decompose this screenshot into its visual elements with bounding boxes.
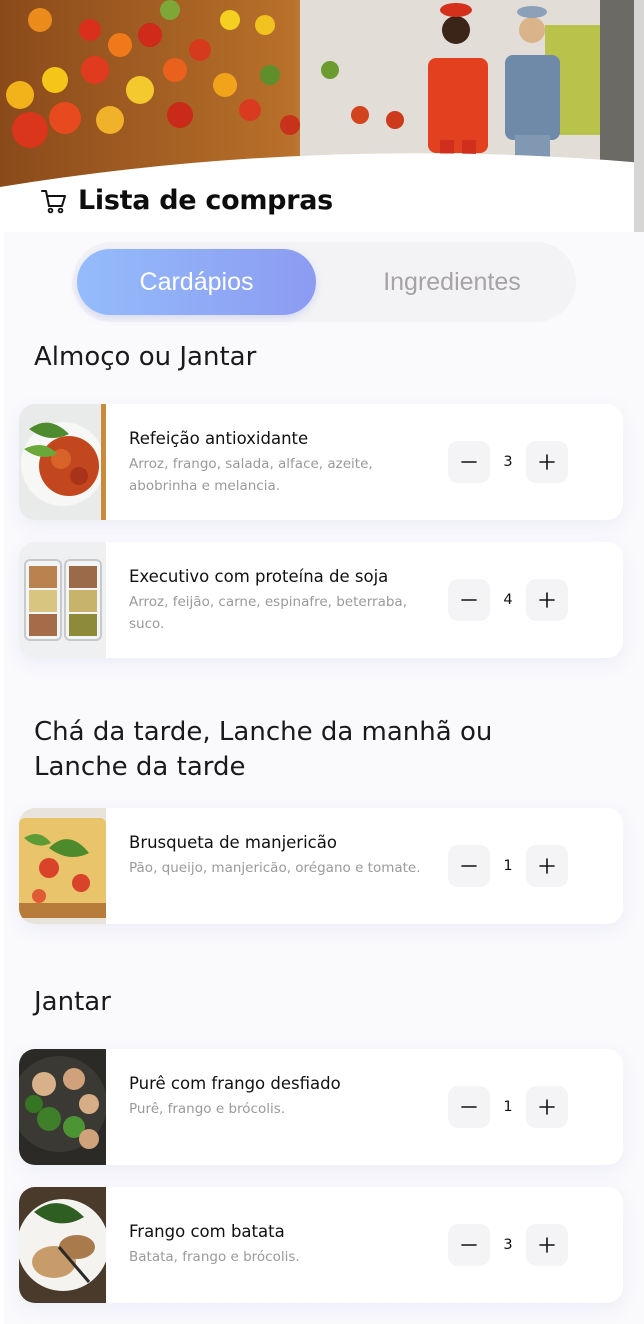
- decrement-button[interactable]: [448, 579, 490, 621]
- plus-icon: [539, 858, 555, 874]
- quantity-stepper: 1: [448, 1086, 568, 1128]
- quantity-stepper: 1: [448, 845, 568, 887]
- segmented-control: Cardápios Ingredientes: [72, 242, 576, 322]
- minus-icon: [461, 865, 477, 867]
- quantity-stepper: 3: [448, 441, 568, 483]
- meal-description: Batata, frango e brócolis.: [129, 1249, 300, 1265]
- meal-description: Arroz, frango, salada, alface, azeite, a…: [129, 456, 373, 494]
- plus-icon: [539, 1099, 555, 1115]
- page-title-text: Lista de compras: [78, 185, 333, 216]
- meal-name: Executivo com proteína de soja: [129, 567, 389, 586]
- menu-card[interactable]: Refeição antioxidante Arroz, frango, sal…: [19, 404, 623, 520]
- section-title: Chá da tarde, Lanche da manhã ou Lanche …: [34, 717, 493, 782]
- tab-cardapios[interactable]: Cardápios: [77, 249, 316, 315]
- decrement-button[interactable]: [448, 441, 490, 483]
- main-panel: Cardápios Ingredientes Almoço ou Jantar …: [4, 232, 644, 1324]
- meal-description: Arroz, feijão, carne, espinafre, beterra…: [129, 594, 407, 632]
- minus-icon: [461, 1106, 477, 1108]
- meal-description: Purê, frango e brócolis.: [129, 1101, 286, 1117]
- plus-icon: [539, 454, 555, 470]
- menu-card[interactable]: Frango com batata Batata, frango e bróco…: [19, 1187, 623, 1303]
- quantity-value: 4: [503, 592, 513, 608]
- minus-icon: [461, 461, 477, 463]
- increment-button[interactable]: [526, 1224, 568, 1266]
- decrement-button[interactable]: [448, 845, 490, 887]
- meal-name: Refeição antioxidante: [129, 429, 309, 448]
- hero-banner: Lista de compras: [0, 0, 644, 232]
- increment-button[interactable]: [526, 579, 568, 621]
- meal-name: Frango com batata: [129, 1222, 285, 1241]
- meal-thumbnail: [19, 1049, 106, 1165]
- shopping-cart-icon: [41, 189, 66, 213]
- page-title: Lista de compras: [40, 185, 333, 216]
- quantity-value: 1: [503, 858, 513, 874]
- meal-name: Brusqueta de manjericão: [129, 833, 337, 852]
- meal-description: Pão, queijo, manjericão, orégano e tomat…: [129, 860, 421, 876]
- quantity-value: 3: [503, 1237, 513, 1253]
- increment-button[interactable]: [526, 441, 568, 483]
- minus-icon: [461, 1244, 477, 1246]
- menu-card[interactable]: Brusqueta de manjericão Pão, queijo, man…: [19, 808, 623, 924]
- quantity-value: 3: [503, 454, 513, 470]
- meal-thumbnail: [19, 404, 106, 520]
- section-title: Almoço ou Jantar: [34, 342, 257, 372]
- hero-edge: [634, 0, 644, 232]
- tab-ingredientes[interactable]: Ingredientes: [334, 249, 570, 315]
- menu-card[interactable]: Executivo com proteína de soja Arroz, fe…: [19, 542, 623, 658]
- section-title: Jantar: [34, 987, 111, 1017]
- increment-button[interactable]: [526, 845, 568, 887]
- meal-thumbnail: [19, 808, 106, 924]
- plus-icon: [539, 592, 555, 608]
- decrement-button[interactable]: [448, 1224, 490, 1266]
- increment-button[interactable]: [526, 1086, 568, 1128]
- meal-thumbnail: [19, 542, 106, 658]
- quantity-value: 1: [503, 1099, 513, 1115]
- plus-icon: [539, 1237, 555, 1253]
- minus-icon: [461, 599, 477, 601]
- menu-card[interactable]: Purê com frango desfiado Purê, frango e …: [19, 1049, 623, 1165]
- decrement-button[interactable]: [448, 1086, 490, 1128]
- quantity-stepper: 4: [448, 579, 568, 621]
- meal-name: Purê com frango desfiado: [129, 1074, 341, 1093]
- quantity-stepper: 3: [448, 1224, 568, 1266]
- meal-thumbnail: [19, 1187, 106, 1303]
